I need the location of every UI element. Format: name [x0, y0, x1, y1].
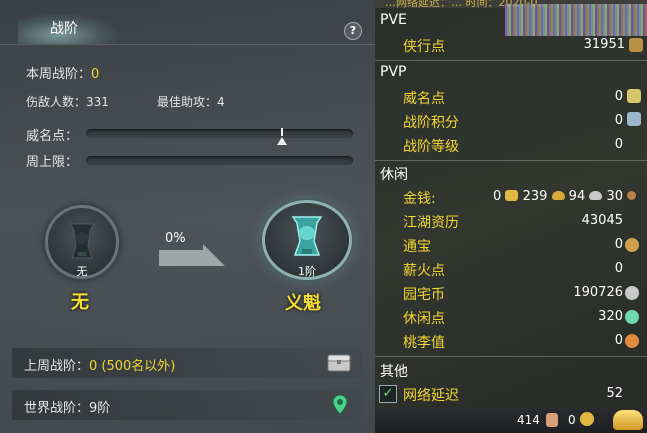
- status-value-1: 0: [568, 413, 576, 427]
- gold-ingot-button-icon[interactable]: [613, 410, 643, 430]
- house-coin-icon: [625, 286, 639, 300]
- prestige-coin-icon: [627, 89, 641, 103]
- pve-divider: [375, 60, 647, 61]
- pvp-item-value-2: 0: [614, 137, 623, 152]
- header-divider: [0, 44, 375, 45]
- bottom-status-bar: 414 0: [375, 408, 647, 433]
- next-rank-level: 1阶: [298, 265, 316, 278]
- leisure-item-label-3: 园宅币: [403, 287, 445, 303]
- leisure-item-label-1: 通宝: [403, 239, 431, 255]
- best-assist-value: 4: [217, 95, 225, 109]
- world-rank-value: 9阶: [89, 401, 111, 416]
- best-assist-row: 最佳助攻：4: [157, 93, 225, 110]
- world-rank-label: 世界战阶：: [24, 401, 90, 416]
- section-leisure-title: 休闲: [380, 167, 408, 183]
- leisure-item-label-0: 江湖资历: [403, 215, 459, 231]
- world-rank-row: 世界战阶：9阶: [12, 390, 362, 420]
- money-value-3: 30: [606, 189, 624, 204]
- leisure-divider: [375, 356, 647, 357]
- money-value-1: 239: [522, 189, 548, 204]
- battle-rank-panel: 战阶 ? 本周战阶：0 伤敌人数：331 最佳助攻：4 威名点： 周上限： 无 …: [0, 0, 375, 433]
- money-value-2: 94: [568, 189, 586, 204]
- pve-item-value: 31951: [583, 37, 625, 52]
- weekly-rank-row: 本周战阶：0: [26, 63, 99, 82]
- current-rank-name: 无: [71, 292, 89, 313]
- best-assist-label: 最佳助攻：: [157, 95, 218, 109]
- other-item-label-0: 网络延迟: [403, 388, 459, 404]
- pvp-item-label-1: 战阶积分: [403, 115, 459, 131]
- pvp-item-label-2: 战阶等级: [403, 139, 459, 155]
- status-value-0: 414: [517, 413, 540, 427]
- leisure-item-value-2: 0: [614, 261, 623, 276]
- currency-panel: …网络延迟：… 时间：2020-0… PVE 侠行点 31951 PVP 威名点…: [375, 0, 647, 433]
- other-item-value-0: 52: [606, 386, 623, 401]
- silver-ingot-gold-icon: [551, 191, 565, 200]
- peach-plum-icon: [625, 334, 639, 348]
- leisure-item-value-5: 0: [614, 333, 623, 348]
- leisure-item-value-4: 320: [598, 309, 623, 324]
- panel-header: 战阶 ?: [0, 14, 375, 45]
- last-week-value: 0 (500名以外): [89, 359, 176, 374]
- weekly-rank-label: 本周战阶：: [26, 67, 92, 82]
- section-other-title: 其他: [380, 364, 408, 380]
- color-stripe-decoration: [505, 4, 647, 36]
- gold-ingot-icon: [505, 190, 519, 201]
- prestige-bar: [86, 129, 353, 138]
- prestige-label: 威名点：: [26, 129, 79, 144]
- chest-icon[interactable]: [327, 354, 351, 372]
- section-pvp-title: PVP: [380, 64, 407, 80]
- last-week-rank-row: 上周战阶：0 (500名以外): [12, 348, 362, 378]
- pve-point-icon: [629, 38, 643, 52]
- network-latency-checkbox[interactable]: ✓: [379, 385, 397, 403]
- next-rank-name: 义魁: [285, 293, 321, 314]
- money-value-0: 0: [493, 189, 502, 204]
- leisure-point-icon: [625, 310, 639, 324]
- leisure-item-label-5: 桃李值: [403, 335, 445, 351]
- tab-battle-rank[interactable]: 战阶: [18, 14, 118, 44]
- coin-icon: [580, 412, 594, 426]
- pve-item-label: 侠行点: [403, 39, 445, 55]
- leisure-item-label-4: 休闲点: [403, 311, 445, 327]
- copper-coin-icon: [627, 191, 637, 200]
- tongbao-coin-icon: [625, 238, 639, 252]
- kills-value: 331: [86, 95, 109, 109]
- money-label: 金钱:: [403, 191, 436, 207]
- weekly-cap-label: 周上限：: [26, 155, 79, 170]
- location-pin-icon[interactable]: [332, 394, 348, 416]
- leisure-item-value-0: 43045: [581, 213, 623, 228]
- last-week-label: 上周战阶：: [24, 359, 90, 374]
- leisure-item-value-1: 0: [614, 237, 623, 252]
- prestige-marker-arrow: [277, 137, 287, 145]
- prestige-bar-marker: [281, 128, 283, 136]
- silver-ingot-icon: [589, 191, 603, 200]
- money-row: 0 239 94 30: [493, 189, 637, 204]
- kills-label: 伤敌人数：: [26, 95, 87, 109]
- current-rank-level: 无: [76, 265, 88, 278]
- progress-arrow-icon: [159, 244, 225, 266]
- pvp-item-value-1: 0: [614, 113, 623, 128]
- player-icon: [546, 413, 558, 427]
- pvp-item-value-0: 0: [614, 89, 623, 104]
- help-icon[interactable]: ?: [344, 22, 362, 40]
- weekly-rank-value: 0: [91, 67, 100, 82]
- leisure-item-label-2: 薪火点: [403, 263, 445, 279]
- weekly-cap-bar: [86, 156, 353, 165]
- pvp-divider: [375, 160, 647, 161]
- next-rank-badge[interactable]: 1阶: [262, 200, 352, 280]
- battle-score-icon: [627, 112, 641, 126]
- pvp-item-label-0: 威名点: [403, 91, 445, 107]
- kills-row: 伤敌人数：331: [26, 93, 109, 110]
- leisure-item-value-3: 190726: [573, 285, 623, 300]
- current-rank-badge[interactable]: 无: [45, 205, 119, 279]
- section-pve-title: PVE: [380, 12, 407, 28]
